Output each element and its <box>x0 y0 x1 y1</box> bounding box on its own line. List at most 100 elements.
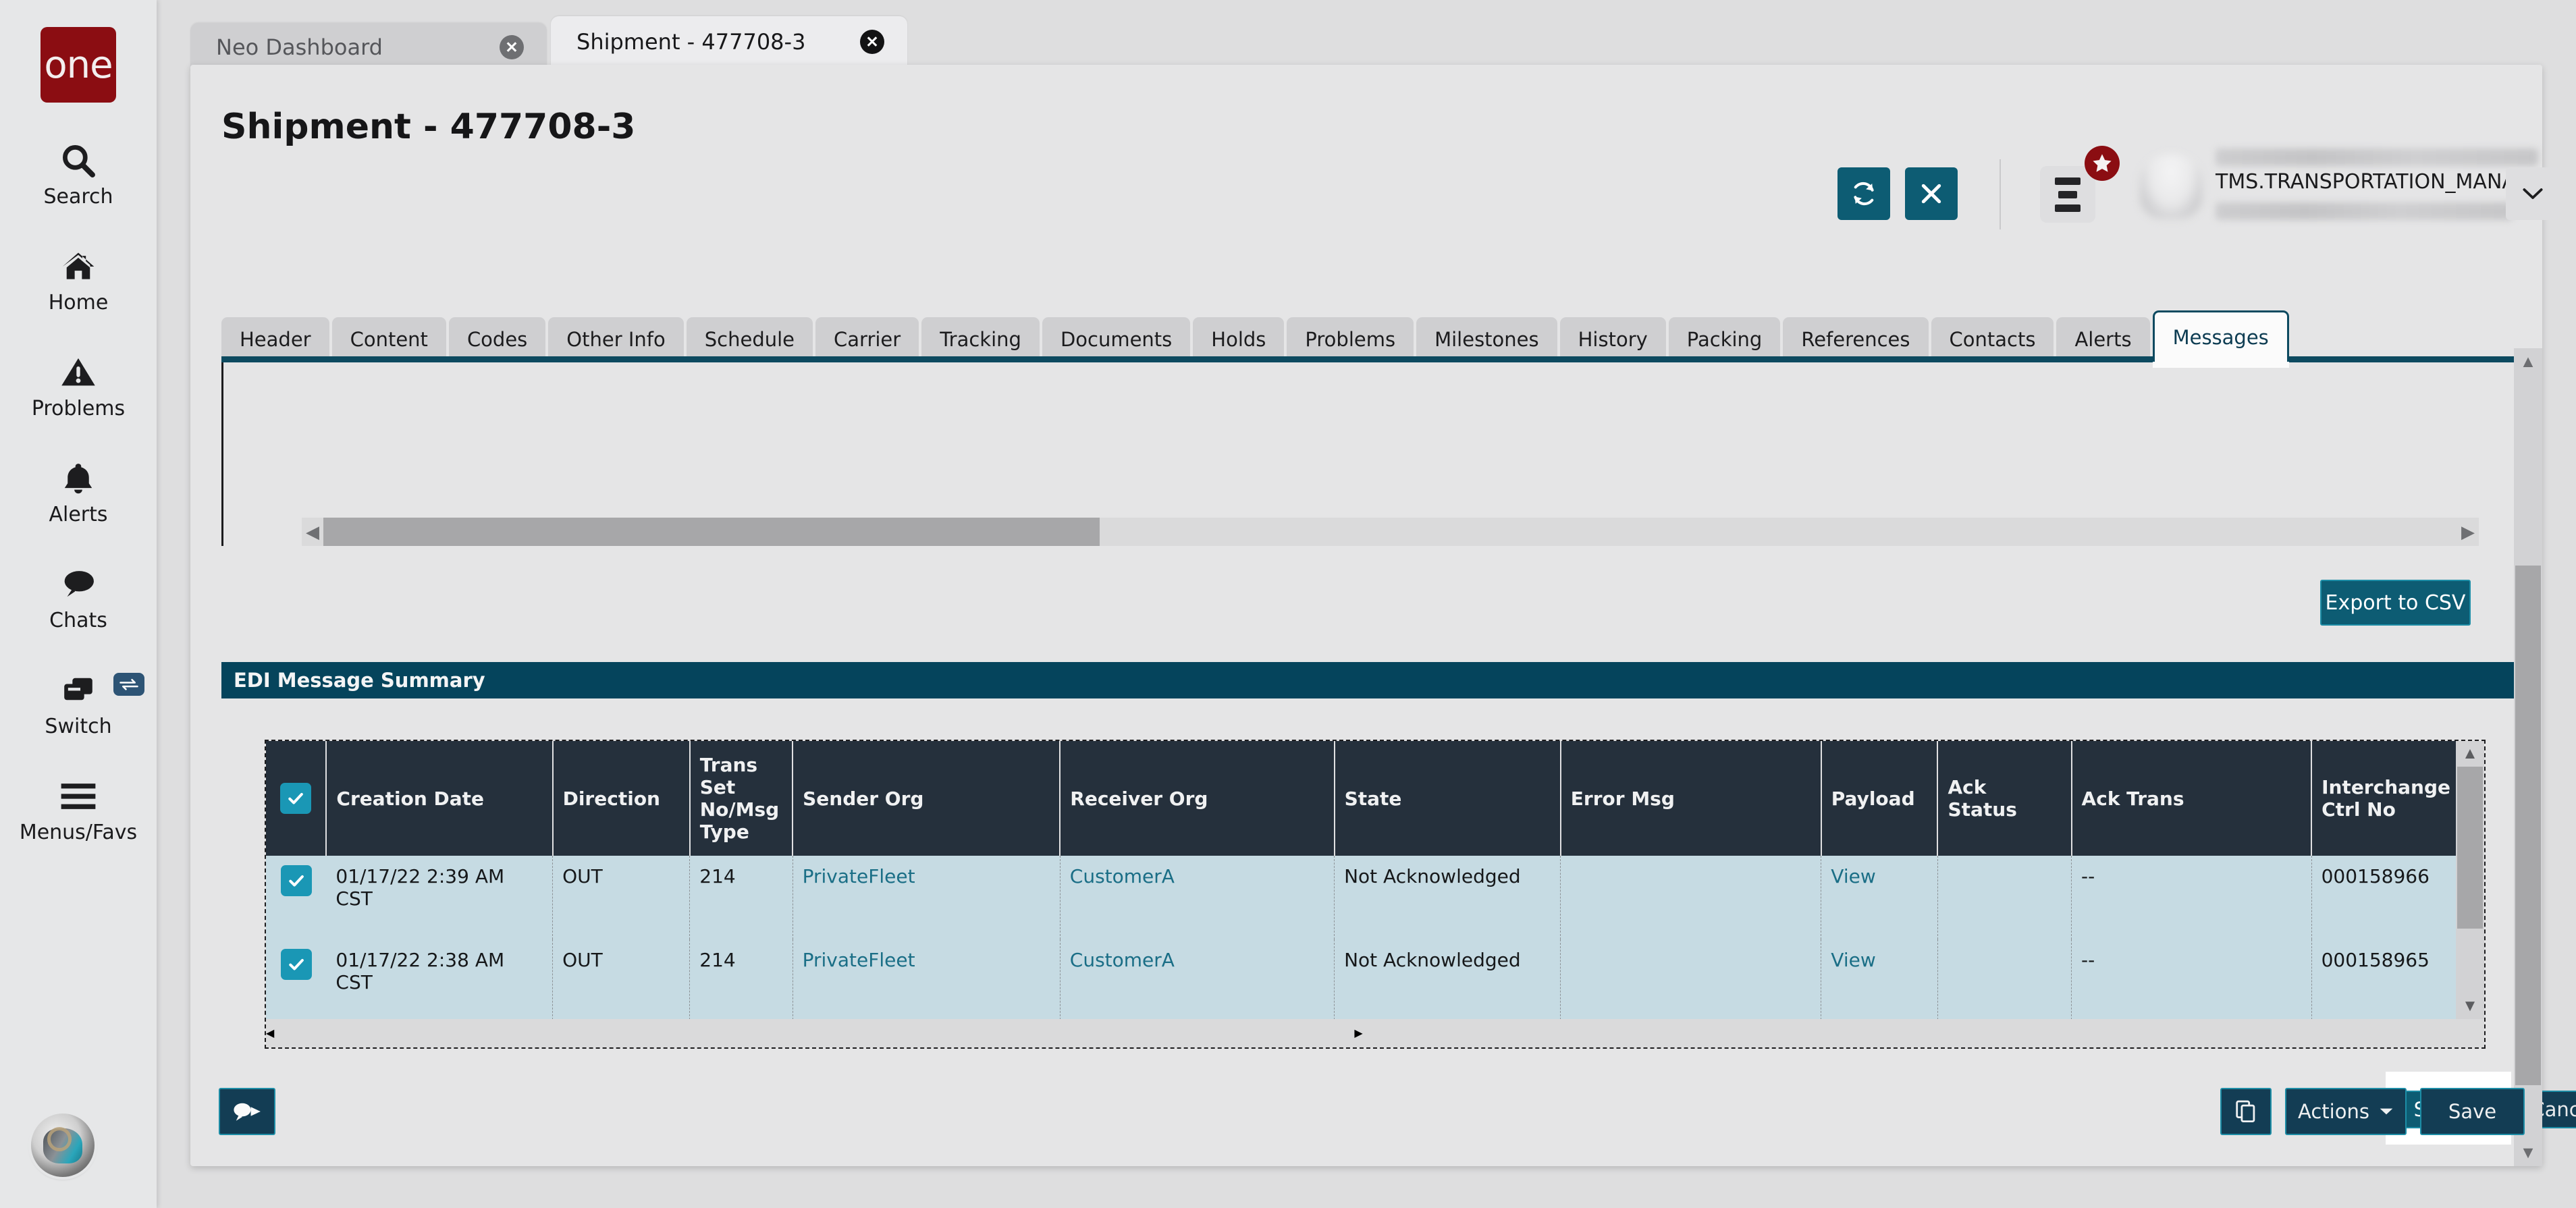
star-icon[interactable] <box>2085 146 2120 181</box>
vscroll-thumb[interactable] <box>2457 767 2483 929</box>
scroll-right-icon[interactable]: ▶ <box>2457 518 2479 546</box>
check-icon <box>288 792 304 804</box>
scroll-right-icon[interactable]: ▶ <box>1354 1026 1362 1040</box>
scroll-down-icon[interactable]: ▼ <box>2456 993 2484 1019</box>
close-icon[interactable]: ✕ <box>860 29 884 54</box>
tab-history[interactable]: History <box>1559 317 1666 362</box>
tab-tracking[interactable]: Tracking <box>921 317 1040 362</box>
scroll-up-icon[interactable]: ▲ <box>2514 348 2542 375</box>
close-icon[interactable]: ✕ <box>500 35 524 59</box>
sidebar-item-chats[interactable]: Chats <box>0 564 157 632</box>
sidebar-item-alerts[interactable]: Alerts <box>0 458 157 526</box>
tab-header[interactable]: Header <box>221 317 329 362</box>
cell-sender-org[interactable]: PrivateFleet <box>793 939 1061 1023</box>
warning-triangle-icon <box>59 352 98 393</box>
col-interchange-ctrl-no[interactable]: Interchange Ctrl No <box>2311 741 2458 856</box>
sidebar-item-switch[interactable]: Switch <box>0 670 157 738</box>
one-logo[interactable]: one <box>41 27 116 103</box>
col-creation-date[interactable]: Creation Date <box>326 741 554 856</box>
table-row[interactable]: 01/17/22 2:38 AM CST OUT 214 PrivateFleet Cu… <box>266 939 2484 1023</box>
col-direction[interactable]: Direction <box>552 741 691 856</box>
cell-sender-org[interactable]: PrivateFleet <box>793 856 1061 939</box>
sidebar-item-home[interactable]: Home <box>0 246 157 314</box>
document-tab-label: Neo Dashboard <box>216 34 383 60</box>
check-icon <box>288 875 304 887</box>
tab-references[interactable]: References <box>1783 317 1929 362</box>
bottom-toolbar: Actions Save <box>190 1065 2542 1166</box>
col-sender-org[interactable]: Sender Org <box>793 741 1061 856</box>
edi-grid-vscrollbar[interactable]: ▲ ▼ <box>2456 741 2484 1019</box>
row-select-cell <box>266 856 327 939</box>
refresh-button[interactable] <box>1837 167 1890 220</box>
document-tab-shipment[interactable]: Shipment - 477708-3 ✕ <box>551 16 907 72</box>
cell-payload[interactable]: View <box>1821 939 1938 1023</box>
tab-label: Carrier <box>834 328 901 351</box>
tab-packing[interactable]: Packing <box>1668 317 1781 362</box>
tab-messages[interactable]: Messages <box>2152 310 2290 368</box>
cell-direction: OUT <box>552 856 691 939</box>
list-menu-icon <box>2055 177 2081 185</box>
close-panel-button[interactable] <box>1905 167 1958 220</box>
tab-content[interactable]: Content <box>331 317 446 362</box>
chat-send-button[interactable] <box>219 1088 275 1135</box>
tab-documents[interactable]: Documents <box>1042 317 1191 362</box>
scroll-left-icon[interactable]: ◀ <box>266 1026 274 1040</box>
tab-holds[interactable]: Holds <box>1193 317 1285 362</box>
home-icon <box>59 246 98 287</box>
avatar-ring-shape <box>47 1127 72 1151</box>
hscroll-track[interactable] <box>323 518 2457 546</box>
sidebar-label-alerts: Alerts <box>49 503 108 526</box>
actions-dropdown-button[interactable]: Actions <box>2285 1088 2407 1135</box>
edi-grid-hscrollbar[interactable]: ◀ ▶ <box>266 1019 2484 1047</box>
tab-label: Problems <box>1305 328 1396 351</box>
col-state[interactable]: State <box>1334 741 1561 856</box>
hscroll-thumb[interactable] <box>323 518 1100 546</box>
tab-milestones[interactable]: Milestones <box>1416 317 1557 362</box>
sidebar-item-menus-favs[interactable]: Menus/Favs <box>0 776 157 844</box>
menu-list-button[interactable] <box>2040 166 2095 223</box>
col-error-msg[interactable]: Error Msg <box>1560 741 1822 856</box>
card-vscrollbar[interactable]: ▲ ▼ <box>2514 348 2542 1166</box>
tab-other-info[interactable]: Other Info <box>548 317 684 362</box>
cell-receiver-org[interactable]: CustomerA <box>1060 856 1335 939</box>
col-ack-trans[interactable]: Ack Trans <box>2071 741 2313 856</box>
assistant-avatar[interactable] <box>31 1114 95 1177</box>
tab-schedule[interactable]: Schedule <box>686 317 813 362</box>
vscroll-thumb[interactable] <box>2515 566 2541 1085</box>
row-checkbox[interactable] <box>280 865 312 896</box>
sidebar-item-search[interactable]: Search <box>0 140 157 209</box>
col-trans-set[interactable]: Trans Set No/Msg Type <box>689 741 794 856</box>
cell-payload[interactable]: View <box>1821 856 1938 939</box>
sidebar-label-chats: Chats <box>49 609 107 632</box>
user-name-obscured <box>2216 148 2538 166</box>
save-button[interactable]: Save <box>2420 1088 2525 1135</box>
col-ack-status[interactable]: Ack Status <box>1937 741 2072 856</box>
refresh-icon <box>1854 182 1874 206</box>
export-to-csv-button[interactable]: Export to CSV <box>2320 580 2471 626</box>
tab-problems[interactable]: Problems <box>1287 317 1414 362</box>
scroll-left-icon[interactable]: ◀ <box>302 518 323 546</box>
upper-grid-hscrollbar[interactable]: ◀ ▶ <box>302 518 2479 546</box>
sidebar-label-problems: Problems <box>31 397 126 420</box>
user-menu-button[interactable] <box>2506 167 2560 220</box>
scroll-up-icon[interactable]: ▲ <box>2456 741 2484 767</box>
sidebar-item-problems[interactable]: Problems <box>0 352 157 420</box>
header-divider <box>2000 159 2001 229</box>
tab-codes[interactable]: Codes <box>448 317 546 362</box>
sidebar-label-home: Home <box>48 291 109 314</box>
tab-label: History <box>1578 328 1648 351</box>
table-row[interactable]: 01/17/22 2:39 AM CST OUT 214 PrivateFleet Cu… <box>266 856 2484 939</box>
cell-receiver-org[interactable]: CustomerA <box>1060 939 1335 1023</box>
select-all-checkbox[interactable] <box>280 783 312 814</box>
col-payload[interactable]: Payload <box>1821 741 1939 856</box>
row-checkbox[interactable] <box>280 949 312 980</box>
select-all-header-cell <box>266 741 327 856</box>
col-receiver-org[interactable]: Receiver Org <box>1060 741 1335 856</box>
content-card: Shipment - 477708-3 TMS.TRANSPORTATION_M… <box>190 65 2576 1166</box>
cell-state: Not Acknowledged <box>1334 939 1561 1023</box>
tab-alerts[interactable]: Alerts <box>2056 317 2150 362</box>
copy-button[interactable] <box>2220 1088 2272 1135</box>
tab-contacts[interactable]: Contacts <box>1931 317 2054 362</box>
switch-toggle-badge[interactable] <box>113 673 144 696</box>
tab-carrier[interactable]: Carrier <box>815 317 919 362</box>
